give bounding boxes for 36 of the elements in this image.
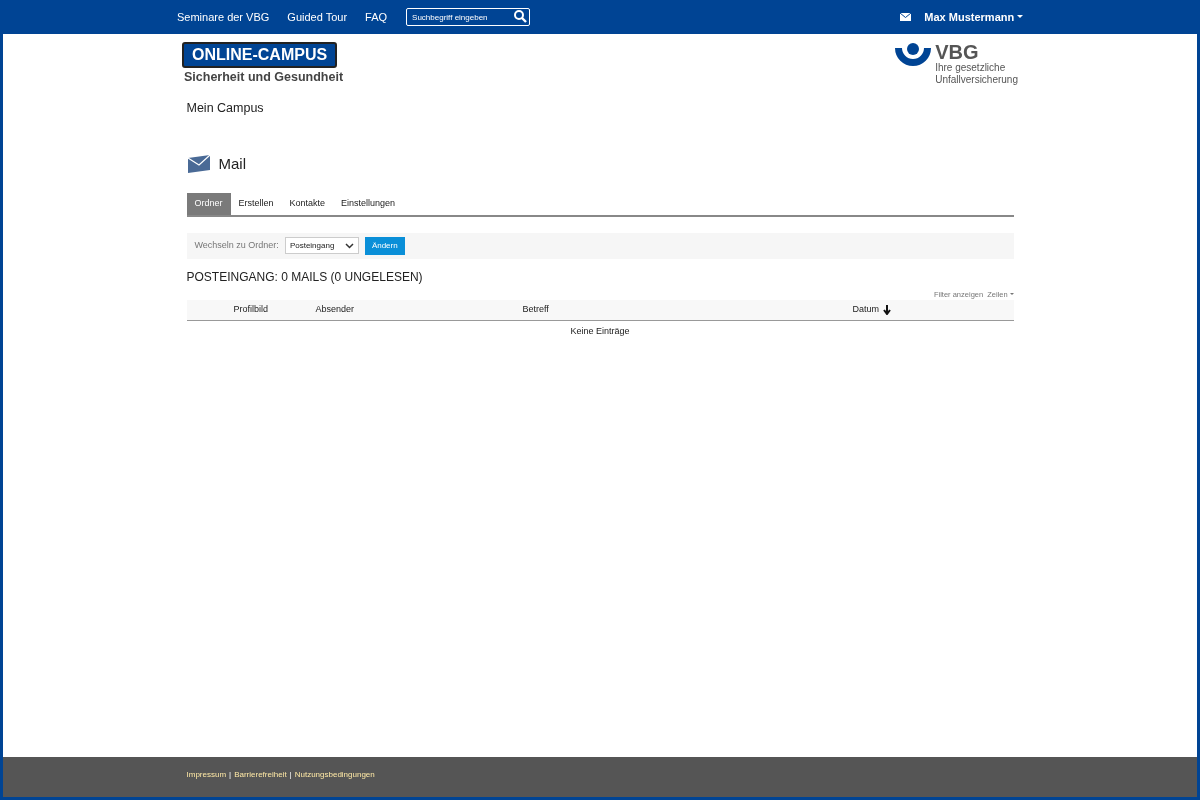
column-header[interactable]: Betreff bbox=[522, 303, 853, 317]
envelope-icon bbox=[186, 154, 211, 173]
separator: | bbox=[289, 769, 292, 781]
breadcrumb[interactable]: Mein Campus bbox=[186, 98, 1014, 118]
chevron-icon bbox=[344, 242, 354, 249]
nav-link[interactable]: FAQ bbox=[365, 8, 388, 26]
user-menu[interactable]: Max Mustermann bbox=[924, 8, 1023, 26]
search-icon[interactable] bbox=[514, 10, 528, 23]
footer-link[interactable]: Nutzungsbedingungen bbox=[294, 769, 375, 781]
search-field[interactable]: Suchbegriff eingeben bbox=[406, 8, 531, 26]
tab[interactable]: Einstellungen bbox=[333, 193, 404, 215]
mail-icon[interactable] bbox=[900, 13, 912, 21]
brand-name: VBG bbox=[935, 42, 980, 62]
tab[interactable]: Erstellen bbox=[230, 193, 282, 215]
column-header[interactable]: Datum bbox=[852, 303, 973, 317]
change-button[interactable]: Ändern bbox=[364, 236, 405, 255]
column-header[interactable]: Profilbild bbox=[233, 303, 316, 317]
separator: | bbox=[229, 769, 232, 781]
tab[interactable]: Ordner bbox=[186, 193, 231, 215]
nav-link[interactable]: Seminare der VBG bbox=[177, 8, 270, 26]
brand-tagline: Ihre gesetzliche bbox=[935, 62, 1007, 74]
list-title: POSTEINGANG: 0 MAILS (0 UNGELESEN) bbox=[186, 268, 424, 286]
column-header[interactable]: Absender bbox=[315, 303, 523, 317]
tab[interactable]: Kontakte bbox=[281, 193, 334, 215]
brand-tagline: Unfallversicherung bbox=[935, 74, 1018, 86]
nav-link[interactable]: Guided Tour bbox=[287, 8, 348, 26]
logo-title[interactable]: ONLINE-CAMPUS bbox=[182, 42, 338, 68]
logo-subtitle: Sicherheit und Gesundheit bbox=[184, 69, 344, 86]
folder-label: Wechseln zu Ordner: bbox=[194, 238, 279, 252]
footer-link[interactable]: Impressum bbox=[186, 769, 227, 781]
empty-message: Keine Einträge bbox=[569, 324, 631, 338]
footer-link[interactable]: Barrierefreiheit bbox=[234, 769, 287, 781]
page-heading: Mail bbox=[218, 153, 246, 174]
logo-icon bbox=[895, 42, 932, 68]
sort-arrow-icon[interactable] bbox=[883, 304, 891, 315]
folder-select[interactable]: Posteingang bbox=[284, 237, 359, 254]
